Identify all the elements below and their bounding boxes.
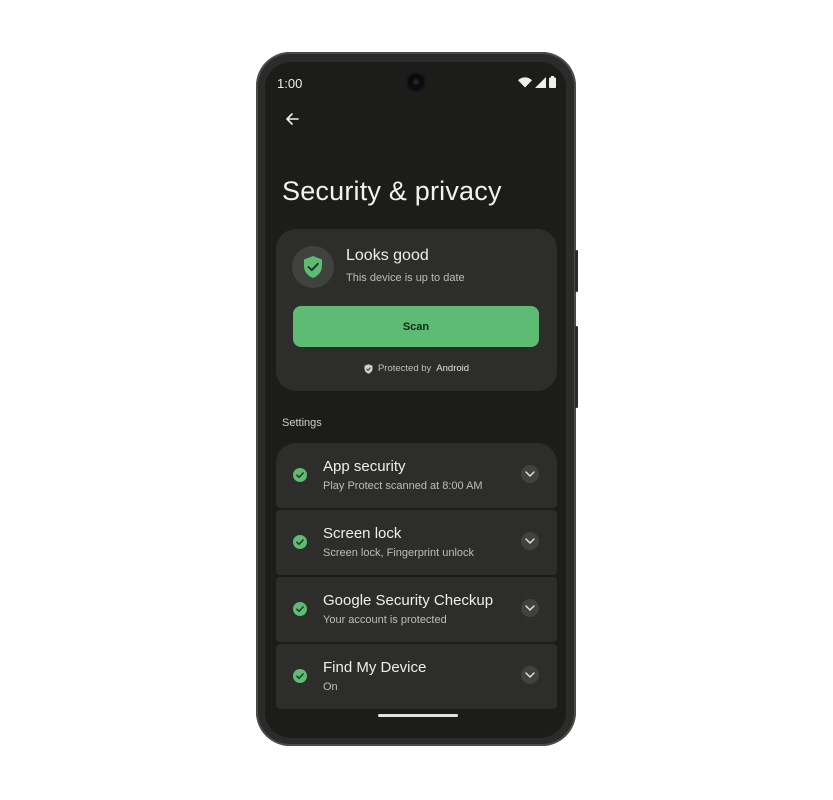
check-circle-icon (293, 468, 307, 482)
check-circle-icon (293, 669, 307, 683)
shield-check-icon (304, 256, 322, 278)
setting-find-my-device[interactable]: Find My Device On (276, 644, 557, 709)
page-title: Security & privacy (282, 176, 502, 206)
check-circle-icon (293, 602, 307, 616)
setting-subtitle: Screen lock, Fingerprint unlock (323, 547, 475, 559)
gesture-home-bar[interactable] (378, 714, 458, 717)
setting-screen-lock[interactable]: Screen lock Screen lock, Fingerprint unl… (276, 510, 557, 575)
status-icons (518, 76, 556, 88)
setting-subtitle: Your account is protected (323, 614, 447, 626)
status-bar: 1:00 (265, 62, 566, 104)
volume-button (575, 326, 578, 408)
shield-small-icon (364, 363, 373, 374)
settings-section-label: Settings (282, 417, 322, 429)
chevron-down-icon (525, 672, 535, 678)
setting-subtitle: On (323, 681, 338, 693)
phone-screen: 1:00 Security & privacy Looks good This … (265, 62, 566, 738)
wifi-icon (518, 76, 532, 87)
protected-by-label: Protected by Android (276, 363, 557, 374)
chevron-down-icon (525, 471, 535, 477)
setting-title: Screen lock (323, 525, 402, 542)
battery-icon (549, 76, 556, 88)
power-button (575, 250, 578, 292)
status-time: 1:00 (277, 76, 303, 91)
setting-title: Find My Device (323, 659, 427, 676)
setting-google-security-checkup[interactable]: Google Security Checkup Your account is … (276, 577, 557, 642)
cell-signal-icon (535, 76, 546, 88)
expand-button[interactable] (521, 465, 539, 483)
chevron-down-icon (525, 605, 535, 611)
security-status-card: Looks good This device is up to date Sca… (276, 229, 557, 391)
setting-app-security[interactable]: App security Play Protect scanned at 8:0… (276, 443, 557, 508)
setting-subtitle: Play Protect scanned at 8:00 AM (323, 480, 483, 492)
protected-prefix: Protected by (377, 363, 432, 374)
setting-title: App security (323, 458, 406, 475)
check-circle-icon (293, 535, 307, 549)
status-subtitle: This device is up to date (346, 272, 465, 284)
status-title: Looks good (346, 247, 429, 264)
scan-button-label: Scan (402, 320, 430, 333)
setting-title: Google Security Checkup (323, 592, 494, 609)
arrow-back-icon (286, 113, 299, 125)
chevron-down-icon (525, 538, 535, 544)
settings-list: App security Play Protect scanned at 8:0… (276, 443, 557, 711)
scan-button[interactable]: Scan (293, 306, 539, 347)
protected-brand: Android (436, 363, 470, 374)
shield-badge (292, 246, 334, 288)
expand-button[interactable] (521, 532, 539, 550)
expand-button[interactable] (521, 666, 539, 684)
back-button[interactable] (279, 106, 305, 132)
front-camera (408, 74, 424, 90)
expand-button[interactable] (521, 599, 539, 617)
